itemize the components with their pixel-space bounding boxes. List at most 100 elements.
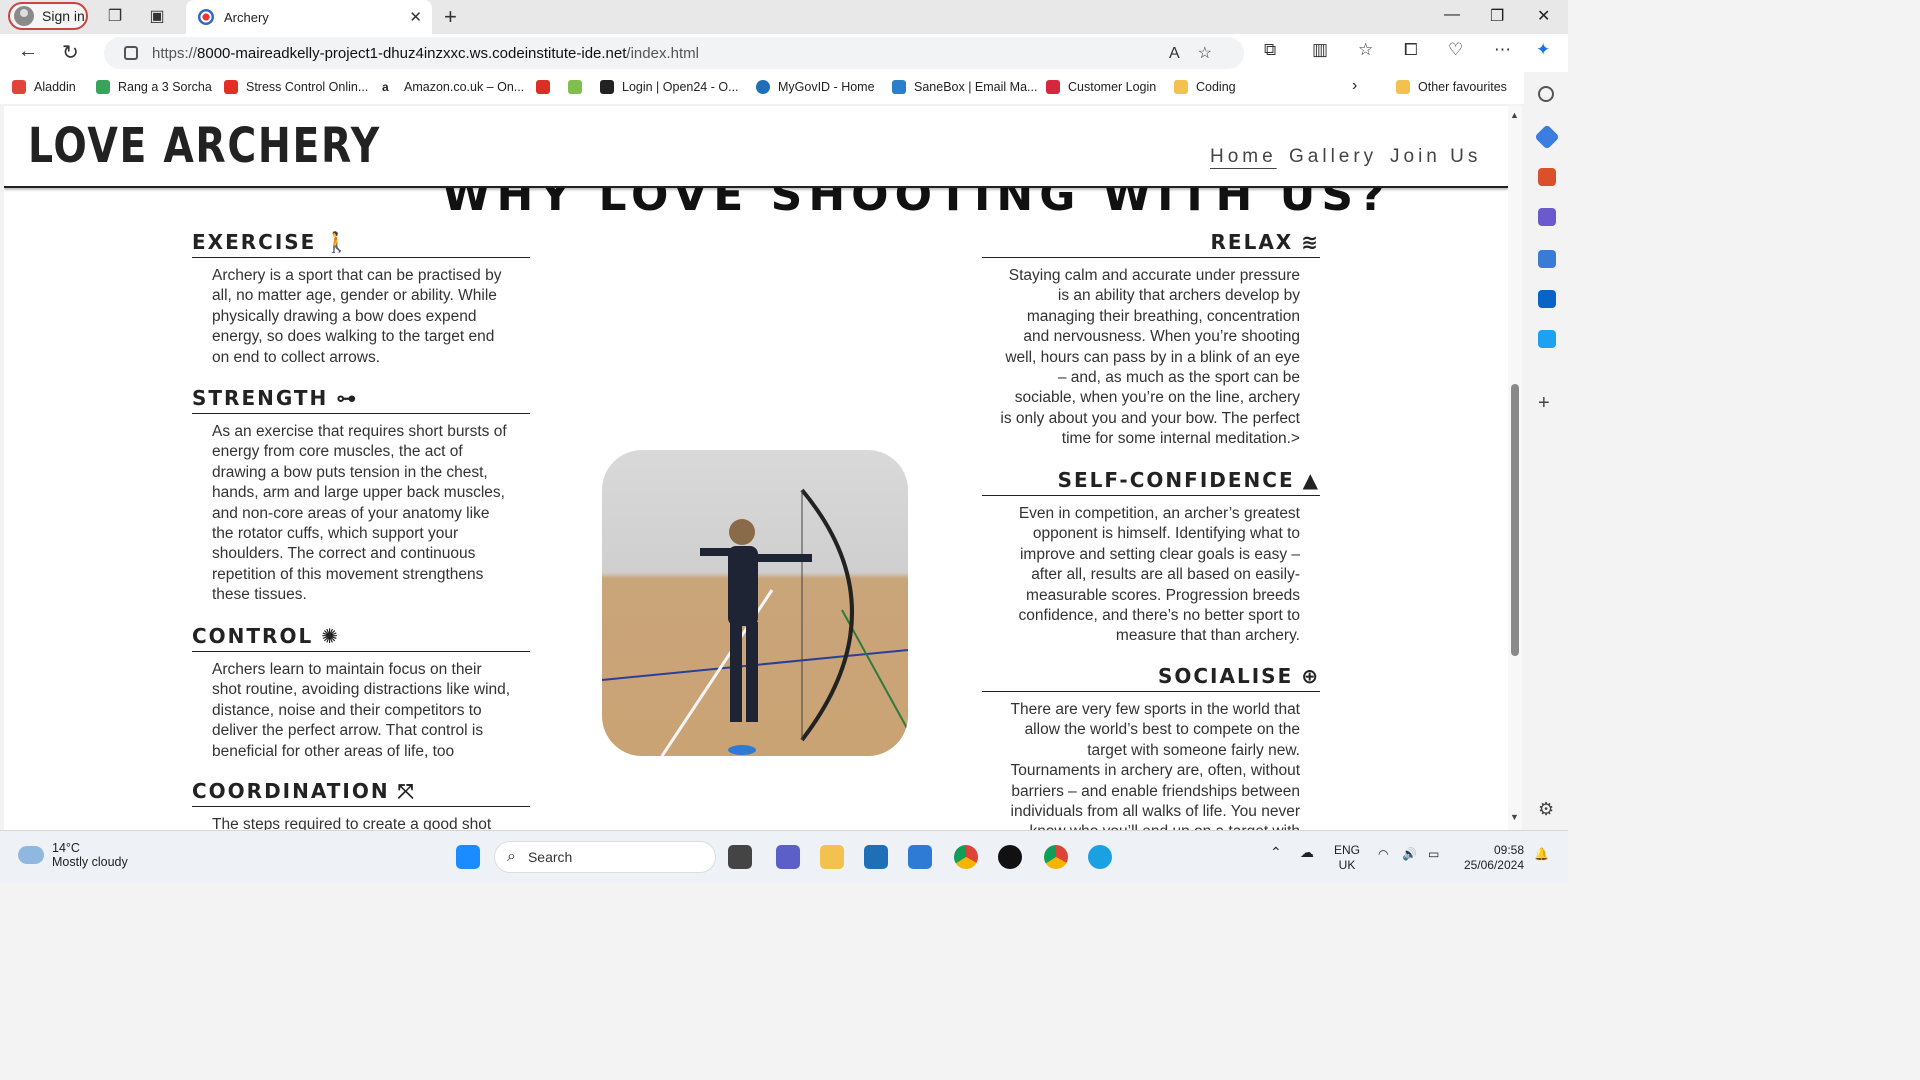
url-host: 8000-maireadkelly-project1-dhuz4inzxxc.w…: [197, 44, 627, 62]
tab-strip: Sign in ❐ ▣ Archery ✕ + — ❐ ✕: [0, 0, 1568, 34]
more-menu-icon[interactable]: ⋯: [1494, 40, 1511, 60]
bookmark-icon: [96, 80, 110, 94]
feature-heading: SELF-CONFIDENCE ▲: [982, 468, 1320, 496]
chrome-icon[interactable]: [954, 845, 978, 869]
github-icon[interactable]: [998, 845, 1022, 869]
new-tab-icon[interactable]: +: [444, 4, 457, 30]
workspaces-icon[interactable]: ❐: [104, 6, 126, 28]
browser-essentials-icon[interactable]: ♡: [1448, 40, 1463, 60]
battery-icon[interactable]: ▭: [1428, 847, 1439, 862]
settings-icon[interactable]: ⚙: [1538, 800, 1556, 818]
scroll-down-icon[interactable]: ▼: [1510, 812, 1519, 822]
weather-widget[interactable]: 14°C Mostly cloudy: [18, 841, 128, 869]
water-icon: ≋: [1301, 230, 1320, 254]
store-icon[interactable]: [864, 845, 888, 869]
mail-icon[interactable]: [908, 845, 932, 869]
bookmark-coding-folder[interactable]: Coding: [1174, 80, 1236, 94]
bookmark-gmail[interactable]: [536, 80, 558, 94]
add-icon[interactable]: +: [1538, 393, 1556, 413]
outlook-icon[interactable]: [1538, 290, 1556, 308]
bookmark-chart[interactable]: [568, 80, 590, 94]
bookmark-open24[interactable]: Login | Open24 - O...: [600, 80, 739, 94]
feature-text: As an exercise that requires short burst…: [212, 423, 507, 604]
bookmark-label: Coding: [1196, 80, 1236, 94]
bookmark-amazon[interactable]: a Amazon.co.uk – On...: [382, 80, 524, 94]
bookmark-customer-login[interactable]: Customer Login: [1046, 80, 1156, 94]
taskbar-search[interactable]: ⌕ Search: [494, 841, 716, 873]
windows-start-icon[interactable]: [456, 845, 480, 869]
task-view-icon[interactable]: [728, 845, 752, 869]
refresh-icon[interactable]: ↻: [62, 40, 79, 65]
nav-join-us-link[interactable]: Join Us: [1390, 146, 1481, 168]
collections-icon[interactable]: ⧠: [1404, 40, 1418, 60]
nav-gallery-link[interactable]: Gallery: [1289, 146, 1377, 168]
bookmark-sanebox[interactable]: SaneBox | Email Ma...: [892, 80, 1037, 94]
site-logo[interactable]: LOVE ARCHERY: [28, 118, 381, 174]
edge-icon[interactable]: [1088, 845, 1112, 869]
arrows-to-dot-icon: ⤧: [397, 779, 416, 803]
url-prefix: https://: [152, 44, 198, 62]
minimize-icon[interactable]: —: [1444, 6, 1460, 24]
favourites-icon[interactable]: ☆: [1358, 40, 1373, 60]
feature-heading: SOCIALISE ⊕: [982, 664, 1320, 692]
tree-icon: ▲: [1302, 468, 1320, 492]
extensions-icon[interactable]: ⧉: [1264, 40, 1276, 60]
onedrive-icon[interactable]: ☁: [1300, 845, 1314, 860]
restore-icon[interactable]: ❐: [1490, 6, 1504, 26]
tools-icon[interactable]: [1538, 168, 1556, 186]
notification-icon[interactable]: 🔔: [1534, 847, 1549, 862]
chrome-profile-icon[interactable]: [1044, 845, 1068, 869]
tab-actions-icon[interactable]: ▣: [146, 6, 168, 28]
dumbbell-icon: ⊶: [336, 386, 359, 410]
close-tab-icon[interactable]: ✕: [409, 8, 422, 26]
bookmark-aladdin[interactable]: Aladdin: [12, 80, 76, 94]
send-icon[interactable]: [1538, 330, 1556, 348]
shopping-icon[interactable]: [1534, 124, 1560, 150]
feature-title: CONTROL: [192, 624, 314, 648]
folder-icon: [1174, 80, 1188, 94]
tab-archery[interactable]: Archery ✕: [186, 0, 432, 34]
amazon-icon: a: [382, 80, 396, 94]
search-label: Search: [527, 849, 573, 865]
archer-illustration: [602, 488, 908, 756]
read-aloud-icon[interactable]: A☆: [1169, 43, 1230, 63]
file-explorer-icon[interactable]: [820, 845, 844, 869]
feature-title: EXERCISE: [192, 230, 317, 254]
page-viewport: WHY LOVE SHOOTING WITH US? LOVE ARCHERY …: [4, 106, 1508, 830]
scrollbar-thumb[interactable]: [1511, 384, 1519, 656]
page-scrollbar[interactable]: ▲ ▼: [1508, 106, 1522, 830]
lock-icon: [124, 46, 138, 60]
microsoft365-icon[interactable]: [1538, 250, 1556, 268]
search-icon[interactable]: [1538, 86, 1554, 102]
sign-in-button[interactable]: Sign in: [8, 2, 88, 30]
other-favourites-folder[interactable]: Other favourites: [1396, 80, 1507, 94]
site-header: LOVE ARCHERY Home Gallery Join Us: [4, 106, 1508, 188]
more-bookmarks-icon[interactable]: ›: [1352, 77, 1357, 95]
feature-text: Archery is a sport that can be practised…: [212, 267, 502, 366]
wifi-icon[interactable]: ◠: [1378, 847, 1388, 862]
volume-icon[interactable]: 🔊: [1402, 847, 1417, 862]
teams-icon[interactable]: [776, 845, 800, 869]
show-hidden-icons[interactable]: ⌃: [1270, 845, 1282, 860]
bookmark-label: Amazon.co.uk – On...: [404, 80, 525, 94]
back-icon[interactable]: ←: [18, 40, 38, 63]
youtube-icon: [224, 80, 238, 94]
bookmark-label: Rang a 3 Sorcha: [118, 80, 212, 94]
split-screen-icon[interactable]: ▥: [1312, 40, 1328, 60]
clock-date: 25/06/2024: [1463, 858, 1524, 872]
copilot-icon[interactable]: ✦: [1536, 40, 1550, 60]
bookmark-label: Customer Login: [1068, 80, 1157, 94]
nav-home-link[interactable]: Home: [1210, 146, 1277, 168]
clock[interactable]: 09:58 25/06/2024: [1460, 843, 1524, 873]
scroll-up-icon[interactable]: ▲: [1510, 110, 1519, 120]
bookmark-mygovid[interactable]: MyGovID - Home: [756, 80, 875, 94]
bookmark-rang[interactable]: Rang a 3 Sorcha: [96, 80, 212, 94]
bookmark-stress-control[interactable]: Stress Control Onlin...: [224, 80, 368, 94]
language-indicator[interactable]: ENG UK: [1334, 843, 1360, 873]
url-input[interactable]: https://8000-maireadkelly-project1-dhuz4…: [104, 37, 1244, 69]
games-icon[interactable]: [1538, 208, 1556, 226]
feature-exercise: EXERCISE 🚶 Archery is a sport that can be…: [192, 230, 530, 368]
feature-coordination: COORDINATION ⤧ The steps required to crea…: [192, 779, 530, 830]
close-window-icon[interactable]: ✕: [1537, 6, 1550, 26]
feature-text: There are very few sports in the world t…: [1010, 701, 1300, 830]
